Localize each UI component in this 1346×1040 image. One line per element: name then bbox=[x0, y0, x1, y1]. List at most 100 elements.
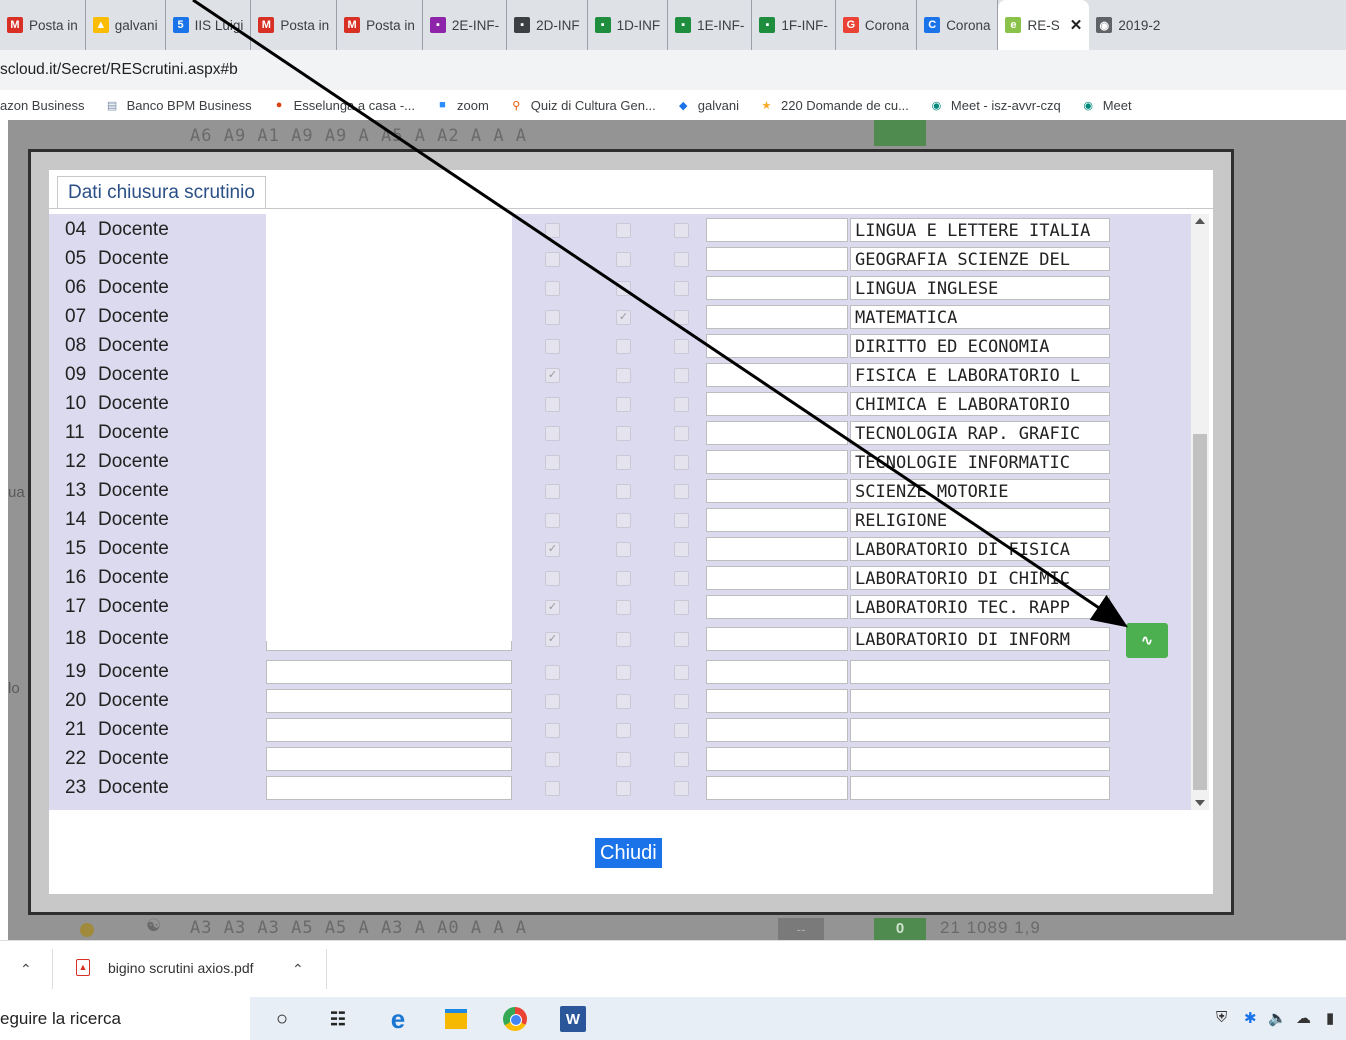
browser-tab[interactable]: ▪ 2D-INF bbox=[507, 0, 588, 50]
chiudi-button[interactable]: Chiudi bbox=[595, 838, 662, 868]
row-checkbox[interactable] bbox=[616, 339, 631, 354]
subject-field[interactable] bbox=[850, 689, 1110, 713]
row-checkbox[interactable] bbox=[674, 281, 689, 296]
subject-field[interactable]: LABORATORIO TEC. RAPP bbox=[850, 595, 1110, 619]
teacher-name-field[interactable] bbox=[266, 689, 512, 713]
row-text-field[interactable] bbox=[706, 627, 848, 651]
row-checkbox[interactable] bbox=[545, 513, 560, 528]
row-checkbox[interactable] bbox=[674, 723, 689, 738]
row-checkbox[interactable] bbox=[616, 665, 631, 680]
row-checkbox[interactable] bbox=[674, 571, 689, 586]
cortana-icon[interactable]: ○ bbox=[269, 1006, 295, 1032]
row-checkbox[interactable] bbox=[674, 484, 689, 499]
row-text-field[interactable] bbox=[706, 392, 848, 416]
row-checkbox[interactable] bbox=[545, 694, 560, 709]
row-text-field[interactable] bbox=[706, 276, 848, 300]
microphone-icon[interactable]: ▮ bbox=[1326, 1009, 1334, 1027]
row-checkbox[interactable] bbox=[616, 752, 631, 767]
row-text-field[interactable] bbox=[706, 747, 848, 771]
subject-field[interactable]: TECNOLOGIE INFORMATIC bbox=[850, 450, 1110, 474]
row-text-field[interactable] bbox=[706, 660, 848, 684]
browser-tab[interactable]: M Posta in bbox=[337, 0, 423, 50]
row-checkbox[interactable] bbox=[616, 397, 631, 412]
scroll-up-arrow-icon[interactable] bbox=[1195, 218, 1205, 224]
onedrive-cloud-icon[interactable]: ☁ bbox=[1296, 1009, 1311, 1027]
grid-scrollbar[interactable] bbox=[1191, 214, 1209, 810]
subject-field[interactable]: LABORATORIO DI FISICA bbox=[850, 537, 1110, 561]
bookmark-item[interactable]: ⚲ Quiz di Cultura Gen... bbox=[509, 98, 656, 113]
browser-tab[interactable]: ▪ 1F-INF- bbox=[752, 0, 836, 50]
subject-field[interactable]: FISICA E LABORATORIO L bbox=[850, 363, 1110, 387]
row-checkbox[interactable] bbox=[616, 781, 631, 796]
row-text-field[interactable] bbox=[706, 363, 848, 387]
edge-icon[interactable]: e bbox=[385, 1004, 411, 1034]
row-text-field[interactable] bbox=[706, 218, 848, 242]
row-checkbox[interactable]: ✓ bbox=[545, 632, 560, 647]
row-checkbox[interactable] bbox=[674, 397, 689, 412]
row-checkbox[interactable] bbox=[674, 339, 689, 354]
subject-field[interactable]: SCIENZE MOTORIE bbox=[850, 479, 1110, 503]
download-filename[interactable]: bigino scrutini axios.pdf bbox=[108, 960, 254, 976]
subject-field[interactable]: LABORATORIO DI CHIMIC bbox=[850, 566, 1110, 590]
subject-field[interactable]: RELIGIONE bbox=[850, 508, 1110, 532]
subject-field[interactable]: GEOGRAFIA SCIENZE DEL bbox=[850, 247, 1110, 271]
browser-tab[interactable]: C Corona bbox=[917, 0, 999, 50]
row-checkbox[interactable] bbox=[545, 665, 560, 680]
browser-tab[interactable]: M Posta in bbox=[251, 0, 338, 50]
bookmark-item[interactable]: ▤ Banco BPM Business bbox=[105, 98, 252, 113]
row-checkbox[interactable]: ✓ bbox=[545, 542, 560, 557]
row-checkbox[interactable] bbox=[545, 281, 560, 296]
row-checkbox[interactable] bbox=[674, 542, 689, 557]
row-checkbox[interactable] bbox=[674, 223, 689, 238]
bookmark-item[interactable]: ◆ galvani bbox=[676, 98, 739, 113]
row-checkbox[interactable] bbox=[545, 571, 560, 586]
row-checkbox[interactable] bbox=[674, 455, 689, 470]
subject-field[interactable]: LINGUA INGLESE bbox=[850, 276, 1110, 300]
subject-field[interactable] bbox=[850, 747, 1110, 771]
browser-tab[interactable]: M Posta in bbox=[0, 0, 86, 50]
browser-tab[interactable]: 5 IIS Luigi bbox=[166, 0, 252, 50]
row-checkbox[interactable] bbox=[616, 513, 631, 528]
word-icon[interactable]: W bbox=[560, 1006, 586, 1032]
row-checkbox[interactable] bbox=[674, 426, 689, 441]
taskbar-search-box[interactable]: eguire la ricerca bbox=[0, 997, 250, 1040]
teacher-name-field[interactable] bbox=[266, 747, 512, 771]
browser-tab[interactable]: ▪ 2E-INF- bbox=[423, 0, 508, 50]
scroll-thumb[interactable] bbox=[1193, 434, 1207, 790]
row-checkbox[interactable] bbox=[674, 665, 689, 680]
row-checkbox[interactable] bbox=[616, 223, 631, 238]
row-checkbox[interactable] bbox=[616, 426, 631, 441]
row-checkbox[interactable]: ✓ bbox=[545, 600, 560, 615]
row-checkbox[interactable] bbox=[545, 752, 560, 767]
row-text-field[interactable] bbox=[706, 718, 848, 742]
row-text-field[interactable] bbox=[706, 776, 848, 800]
row-checkbox[interactable]: ✓ bbox=[616, 310, 631, 325]
subject-field[interactable]: DIRITTO ED ECONOMIA bbox=[850, 334, 1110, 358]
row-checkbox[interactable] bbox=[616, 571, 631, 586]
tab-dati-chiusura[interactable]: Dati chiusura scrutinio bbox=[57, 176, 266, 209]
row-checkbox[interactable] bbox=[674, 781, 689, 796]
row-checkbox[interactable] bbox=[545, 723, 560, 738]
row-checkbox[interactable] bbox=[674, 368, 689, 383]
subject-field[interactable] bbox=[850, 776, 1110, 800]
row-checkbox[interactable] bbox=[545, 223, 560, 238]
bookmark-item[interactable]: ★ 220 Domande de cu... bbox=[759, 98, 909, 113]
row-checkbox[interactable] bbox=[616, 455, 631, 470]
row-checkbox[interactable]: ✓ bbox=[545, 368, 560, 383]
subject-field[interactable] bbox=[850, 660, 1110, 684]
bookmark-item[interactable]: ● Esselunga a casa -... bbox=[272, 98, 415, 113]
row-checkbox[interactable] bbox=[545, 484, 560, 499]
row-checkbox[interactable] bbox=[616, 368, 631, 383]
file-explorer-icon[interactable] bbox=[443, 1006, 469, 1032]
speaker-icon[interactable]: 🔈 bbox=[1268, 1009, 1287, 1027]
row-checkbox[interactable] bbox=[616, 723, 631, 738]
bookmark-item[interactable]: ■ zoom bbox=[435, 98, 489, 113]
bookmark-item[interactable]: ◉ Meet - isz-avvr-czq bbox=[929, 98, 1061, 113]
subject-field[interactable]: LABORATORIO DI INFORM bbox=[850, 627, 1110, 651]
row-text-field[interactable] bbox=[706, 450, 848, 474]
row-checkbox[interactable] bbox=[616, 281, 631, 296]
subject-field[interactable]: TECNOLOGIA RAP. GRAFIC bbox=[850, 421, 1110, 445]
teacher-name-field[interactable] bbox=[266, 776, 512, 800]
chrome-icon[interactable] bbox=[502, 1006, 528, 1032]
browser-tab[interactable]: ◉ 2019-2 bbox=[1089, 0, 1167, 50]
